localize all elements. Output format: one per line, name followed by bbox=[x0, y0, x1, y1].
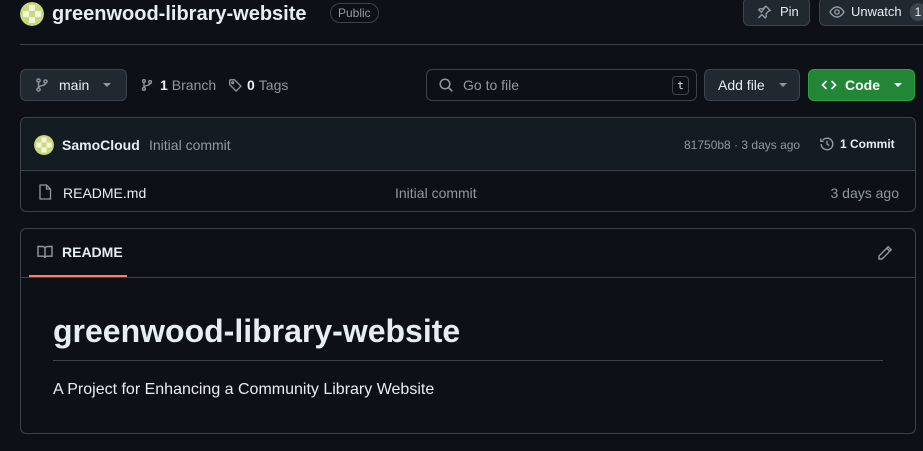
repo-header: greenwood-library-website Public Pin Unw… bbox=[20, 0, 923, 28]
branch-name: main bbox=[59, 77, 90, 93]
edit-readme-button[interactable] bbox=[877, 245, 893, 261]
go-to-file-search[interactable]: t bbox=[426, 69, 697, 101]
chevron-down-icon bbox=[102, 82, 112, 88]
tag-label: Tags bbox=[258, 77, 289, 93]
commit-history-link[interactable]: 1 Commit bbox=[819, 136, 895, 152]
file-icon bbox=[38, 184, 52, 200]
owner-avatar[interactable] bbox=[20, 2, 44, 26]
repo-name-link[interactable]: greenwood-library-website bbox=[52, 1, 307, 27]
pin-label: Pin bbox=[780, 4, 799, 19]
heading-rule bbox=[53, 360, 883, 361]
tab-readme[interactable]: README bbox=[29, 229, 127, 277]
readme-heading: greenwood-library-website bbox=[53, 313, 461, 349]
search-icon bbox=[438, 77, 454, 93]
pin-button[interactable]: Pin bbox=[743, 0, 810, 26]
unwatch-label: Unwatch bbox=[851, 4, 902, 19]
commit-message-link[interactable]: Initial commit bbox=[149, 137, 231, 153]
readme-tab-divider bbox=[21, 277, 915, 278]
git-branch-icon bbox=[34, 77, 50, 93]
file-commit-date: 3 days ago bbox=[830, 185, 900, 201]
chevron-down-icon bbox=[778, 82, 788, 88]
unwatch-button[interactable]: Unwatch 1 bbox=[819, 0, 923, 26]
book-icon bbox=[37, 244, 53, 260]
search-input[interactable] bbox=[463, 77, 663, 93]
readme-panel: README greenwood-library-website A Proje… bbox=[20, 228, 916, 434]
readme-description: A Project for Enhancing a Community Libr… bbox=[53, 381, 435, 398]
code-icon bbox=[821, 77, 837, 93]
header-divider bbox=[20, 44, 923, 45]
readme-tab-label: README bbox=[62, 244, 123, 260]
pencil-icon bbox=[877, 245, 893, 261]
file-listing: SamoCloud Initial commit 81750b8 · 3 day… bbox=[20, 117, 916, 212]
git-branch-icon bbox=[140, 78, 154, 92]
table-row[interactable]: README.md Initial commit 3 days ago bbox=[21, 171, 915, 211]
commit-count-label: 1 Commit bbox=[840, 137, 895, 151]
chevron-down-icon bbox=[893, 82, 903, 88]
pin-icon bbox=[756, 4, 772, 20]
file-name-link[interactable]: README.md bbox=[63, 185, 146, 201]
visibility-badge: Public bbox=[330, 3, 379, 23]
tag-count: 0 bbox=[247, 77, 255, 93]
eye-icon bbox=[829, 4, 845, 20]
history-icon bbox=[819, 136, 835, 152]
branches-link[interactable]: 1 Branch bbox=[140, 75, 216, 95]
file-commit-message[interactable]: Initial commit bbox=[395, 185, 477, 201]
keyboard-shortcut-hint: t bbox=[672, 76, 689, 95]
tags-link[interactable]: 0 Tags bbox=[228, 75, 288, 95]
watch-counter: 1 bbox=[909, 2, 923, 21]
branch-select-button[interactable]: main bbox=[20, 69, 127, 101]
code-button[interactable]: Code bbox=[808, 69, 915, 101]
code-label: Code bbox=[845, 77, 880, 93]
latest-commit-bar: SamoCloud Initial commit 81750b8 · 3 day… bbox=[21, 118, 915, 171]
add-file-label: Add file bbox=[718, 77, 765, 93]
author-avatar[interactable] bbox=[34, 135, 54, 155]
commit-author-link[interactable]: SamoCloud bbox=[62, 137, 140, 153]
branch-count: 1 bbox=[160, 77, 168, 93]
branch-label: Branch bbox=[171, 77, 217, 93]
tag-icon bbox=[228, 78, 243, 93]
commit-hash-time[interactable]: 81750b8 · 3 days ago bbox=[684, 137, 800, 153]
add-file-button[interactable]: Add file bbox=[704, 69, 800, 101]
